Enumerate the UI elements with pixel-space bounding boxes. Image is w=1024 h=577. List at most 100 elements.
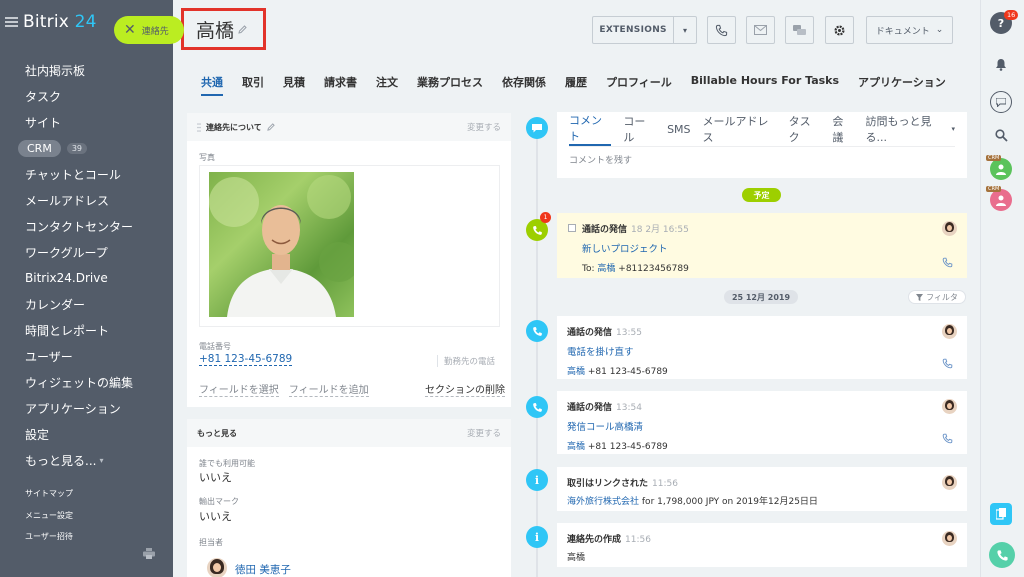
change-link[interactable]: 変更する xyxy=(467,121,501,133)
drag-handle-icon[interactable] xyxy=(197,122,201,132)
pencil-icon[interactable] xyxy=(267,123,275,131)
composer-tab-task[interactable]: タスク xyxy=(789,112,821,146)
tab-billable-hours[interactable]: Billable Hours For Tasks xyxy=(691,70,839,96)
assignee-name[interactable]: 徳田 美恵子 xyxy=(235,562,291,577)
left-sidebar: Bitrix 24 社内掲示板 タスク サイト CRM 39 チャットとコール メ… xyxy=(0,0,173,577)
crm-contact-avatar[interactable] xyxy=(990,158,1012,180)
sidebar-item-feed[interactable]: 社内掲示板 xyxy=(0,57,173,83)
settings-button[interactable] xyxy=(825,16,854,44)
comment-input[interactable]: コメントを残す xyxy=(569,146,955,166)
tab-general[interactable]: 共通 xyxy=(201,70,223,96)
tab-orders[interactable]: 注文 xyxy=(376,70,398,96)
tab-applications[interactable]: アプリケーション xyxy=(858,70,946,96)
messenger-button[interactable] xyxy=(990,91,1012,113)
activity-subject[interactable]: 新しいプロジェクト xyxy=(582,241,957,255)
page-title[interactable]: 高橋 xyxy=(196,16,234,43)
tab-profile[interactable]: プロフィール xyxy=(606,70,672,96)
composer-tab-email[interactable]: メールアドレス xyxy=(703,112,777,146)
sidebar-item-workgroups[interactable]: ワークグループ xyxy=(0,239,173,265)
to-phone: +81123456789 xyxy=(618,264,689,274)
composer-tab-meeting[interactable]: 会議 xyxy=(832,112,853,146)
menu-settings-link[interactable]: メニュー設定 xyxy=(25,510,73,521)
timeline-event[interactable]: 連絡先の作成 11:56 高橋 xyxy=(557,523,967,567)
crm-contact-avatar[interactable] xyxy=(990,189,1012,211)
event-subject[interactable]: 発信コール高橋清 xyxy=(567,419,957,433)
responsible-avatar[interactable] xyxy=(942,531,957,546)
sidebar-item-more[interactable]: もっと見る... ▾ xyxy=(0,447,173,473)
assignee-avatar[interactable] xyxy=(207,558,227,577)
event-subject[interactable]: 電話を掛け直す xyxy=(567,344,957,358)
phone-link[interactable]: +81 123-45-6789 xyxy=(199,353,293,366)
planned-activity[interactable]: 通話の発信 18 2月 16:55 新しいプロジェクト To: 高橋 +81123… xyxy=(557,213,967,278)
sidebar-item-tasks[interactable]: タスク xyxy=(0,83,173,109)
sidebar-item-settings[interactable]: 設定 xyxy=(0,421,173,447)
open-lines-button[interactable] xyxy=(990,503,1012,525)
close-icon[interactable]: ✕ xyxy=(124,23,136,37)
select-field-link[interactable]: フィールドを選択 xyxy=(199,381,279,397)
pencil-icon[interactable] xyxy=(238,24,247,34)
composer-tab-call[interactable]: コール xyxy=(623,112,655,146)
tab-deals[interactable]: 取引 xyxy=(242,70,264,96)
phone-icon[interactable] xyxy=(942,257,953,268)
call-button[interactable] xyxy=(707,16,736,44)
chevron-down-icon[interactable]: ▾ xyxy=(674,26,696,35)
tab-dependencies[interactable]: 依存関係 xyxy=(502,70,546,96)
chevron-down-icon: ▾ xyxy=(951,125,956,133)
event-contact-name[interactable]: 高橋 xyxy=(567,367,585,377)
responsible-avatar[interactable] xyxy=(942,324,957,339)
change-link[interactable]: 変更する xyxy=(467,427,501,439)
printer-icon[interactable] xyxy=(143,548,155,559)
responsible-avatar[interactable] xyxy=(942,475,957,490)
composer-tab-sms[interactable]: SMS xyxy=(667,112,690,146)
notifications-button[interactable] xyxy=(990,53,1012,75)
documents-button[interactable]: ドキュメント ⌄ xyxy=(866,16,953,44)
chat-button[interactable] xyxy=(785,16,814,44)
logo[interactable]: Bitrix 24 xyxy=(23,12,97,32)
composer-tab-comment[interactable]: コメント xyxy=(569,112,612,146)
card-header: もっと見る 変更する xyxy=(187,419,511,447)
invite-users-link[interactable]: ユーザー招待 xyxy=(25,531,73,542)
event-contact-name[interactable]: 高橋 xyxy=(567,442,585,452)
sidebar-item-contact-center[interactable]: コンタクトセンター xyxy=(0,213,173,239)
extensions-button[interactable]: EXTENSIONS ▾ xyxy=(592,16,697,44)
sidebar-item-calendar[interactable]: カレンダー xyxy=(0,291,173,317)
search-button[interactable] xyxy=(990,124,1012,146)
complete-checkbox[interactable] xyxy=(568,224,576,232)
to-name[interactable]: 高橋 xyxy=(597,264,615,274)
delete-section-link[interactable]: セクションの削除 xyxy=(425,381,505,397)
sidebar-item-users[interactable]: ユーザー xyxy=(0,343,173,369)
crm-tag: CRM xyxy=(986,186,1002,192)
date-pill: 25 12月 2019 xyxy=(724,290,798,304)
tab-history[interactable]: 履歴 xyxy=(565,70,587,96)
responsible-avatar[interactable] xyxy=(942,221,957,236)
sidebar-item-sites[interactable]: サイト xyxy=(0,109,173,135)
responsible-avatar[interactable] xyxy=(942,399,957,414)
phone-icon[interactable] xyxy=(942,358,953,369)
phone-call-button[interactable] xyxy=(989,542,1015,568)
email-button[interactable] xyxy=(746,16,775,44)
sidebar-item-time-reports[interactable]: 時間とレポート xyxy=(0,317,173,343)
add-field-link[interactable]: フィールドを追加 xyxy=(288,381,369,397)
tab-quotes[interactable]: 見積 xyxy=(283,70,305,96)
timeline-event[interactable]: 通話の発信 13:54 発信コール高橋清 高橋 +81 123-45-6789 xyxy=(557,391,967,454)
filter-button[interactable]: フィルタ xyxy=(908,290,966,304)
composer-tab-more[interactable]: 訪問もっと見る... ▾ xyxy=(866,112,955,146)
timeline-event[interactable]: 取引はリンクされた 11:56 海外旅行株式会社 for 1,798,000 JP… xyxy=(557,467,967,511)
sidebar-item-crm[interactable]: CRM 39 xyxy=(0,135,173,161)
sidebar-item-drive[interactable]: Bitrix24.Drive xyxy=(0,265,173,291)
phone-value[interactable]: +81 123-45-6789 xyxy=(199,353,293,366)
sidebar-item-apps[interactable]: アプリケーション xyxy=(0,395,173,421)
timeline-event[interactable]: 通話の発信 13:55 電話を掛け直す 高橋 +81 123-45-6789 xyxy=(557,316,967,379)
deal-link[interactable]: 海外旅行株式会社 xyxy=(567,497,639,507)
menu-burger-icon[interactable] xyxy=(5,17,18,27)
sidebar-item-chat[interactable]: チャットとコール xyxy=(0,161,173,187)
phone-icon[interactable] xyxy=(942,433,953,444)
contact-pill[interactable]: ✕ 連絡先 xyxy=(114,16,184,44)
sitemap-link[interactable]: サイトマップ xyxy=(25,488,73,499)
tab-workflows[interactable]: 業務プロセス xyxy=(417,70,483,96)
sidebar-item-mail[interactable]: メールアドレス xyxy=(0,187,173,213)
sidebar-item-widgets[interactable]: ウィジェットの編集 xyxy=(0,369,173,395)
photo-field[interactable] xyxy=(199,165,500,327)
tab-invoices[interactable]: 請求書 xyxy=(324,70,357,96)
to-prefix: To: xyxy=(582,264,595,274)
